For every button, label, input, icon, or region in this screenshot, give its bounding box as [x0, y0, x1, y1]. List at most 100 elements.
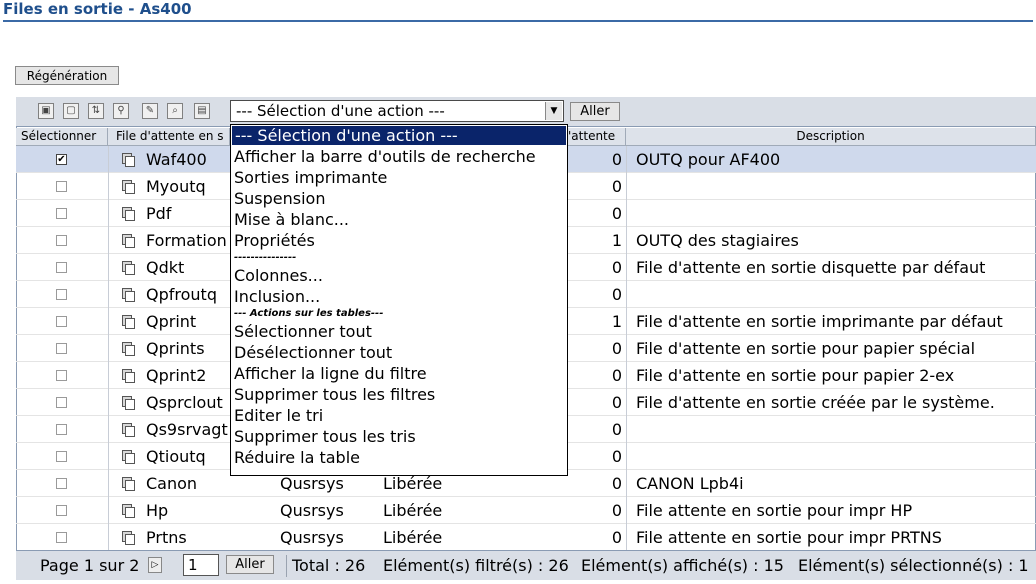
- action-dropdown-list: --- Sélection d'une action --- Afficher l…: [230, 124, 568, 476]
- select-all-icon[interactable]: ▣: [38, 103, 54, 119]
- queue-count: 0: [611, 366, 622, 385]
- row-checkbox[interactable]: [56, 316, 67, 327]
- output-queue-icon: [122, 207, 135, 221]
- queue-count: 0: [611, 285, 622, 304]
- edit-icon[interactable]: ✎: [142, 103, 158, 119]
- output-queue-icon: [122, 180, 135, 194]
- table-footer: Page 1 sur 2 ▷ 1 Total : 26 Elément(s) f…: [16, 550, 1036, 580]
- dropdown-option[interactable]: Sélectionner tout: [234, 322, 372, 341]
- queue-count: 1: [611, 312, 622, 331]
- output-queue-icon: [122, 342, 135, 356]
- row-checkbox[interactable]: [56, 370, 67, 381]
- output-queue-icon: [122, 450, 135, 464]
- page-title: Files en sortie - As400: [3, 0, 192, 18]
- go-button[interactable]: Aller: [570, 102, 620, 121]
- dropdown-option[interactable]: Afficher la barre d'outils de recherche: [234, 147, 536, 166]
- row-checkbox[interactable]: [56, 289, 67, 300]
- queue-name[interactable]: Formation: [146, 231, 227, 250]
- output-queue-icon: [122, 477, 135, 491]
- dropdown-option[interactable]: Propriétés: [234, 231, 315, 250]
- queue-name[interactable]: Qdkt: [146, 258, 184, 277]
- dropdown-option[interactable]: Inclusion...: [234, 287, 320, 306]
- queue-name[interactable]: Qtioutq: [146, 447, 206, 466]
- dropdown-option[interactable]: Mise à blanc...: [234, 210, 349, 229]
- table-row[interactable]: Hp Qusrsys Libérée 0 File attente en sortie …: [16, 497, 1036, 524]
- row-checkbox[interactable]: [56, 343, 67, 354]
- queue-description: File d'attente en sortie pour papier 2-e…: [636, 366, 955, 385]
- queue-count: 0: [611, 393, 622, 412]
- total-count: Total : 26: [292, 556, 366, 575]
- dropdown-option[interactable]: Suspension: [234, 189, 325, 208]
- page-indicator: Page 1 sur 2: [40, 556, 140, 575]
- action-select[interactable]: --- Sélection d'une action --- ▼: [230, 100, 564, 122]
- column-header-count[interactable]: 'attente: [568, 128, 626, 146]
- row-checkbox[interactable]: [56, 397, 67, 408]
- page-number-input[interactable]: 1: [183, 554, 219, 576]
- output-queue-icon: [122, 396, 135, 410]
- dropdown-option[interactable]: Désélectionner tout: [234, 343, 392, 362]
- footer-divider: [286, 555, 287, 577]
- queue-name[interactable]: Qprint2: [146, 366, 206, 385]
- queue-name[interactable]: Myoutq: [146, 177, 206, 196]
- row-checkbox[interactable]: [56, 532, 67, 543]
- row-checkbox[interactable]: [56, 235, 67, 246]
- regenerate-button[interactable]: Régénération: [15, 66, 119, 85]
- queue-name[interactable]: Hp: [146, 501, 168, 520]
- dropdown-option[interactable]: --- Sélection d'une action ---: [232, 126, 566, 145]
- queue-name[interactable]: Qs9srvagt: [146, 420, 228, 439]
- queue-count: 0: [611, 204, 622, 223]
- chevron-down-icon[interactable]: ▼: [545, 102, 562, 120]
- queue-count: 0: [611, 258, 622, 277]
- sort-icon[interactable]: ⌕: [167, 103, 183, 119]
- selected-count: Elément(s) sélectionné(s) : 1: [798, 556, 1029, 575]
- queue-state: Libérée: [383, 528, 443, 547]
- queue-name[interactable]: Qpfroutq: [146, 285, 217, 304]
- queue-library: Qusrsys: [280, 528, 344, 547]
- columns-icon[interactable]: ▤: [194, 103, 210, 119]
- queue-name[interactable]: Qprint: [146, 312, 196, 331]
- queue-name[interactable]: Waf400: [146, 150, 207, 169]
- dropdown-option[interactable]: Supprimer tous les tris: [234, 427, 416, 446]
- queue-name[interactable]: Qsprclout: [146, 393, 223, 412]
- search-toolbar-icon[interactable]: ⚲: [113, 103, 129, 119]
- queue-name[interactable]: Qprints: [146, 339, 205, 358]
- queue-name[interactable]: Pdf: [146, 204, 171, 223]
- action-select-value: --- Sélection d'une action ---: [236, 102, 445, 120]
- output-queue-icon: [122, 315, 135, 329]
- dropdown-option[interactable]: Sorties imprimante: [234, 168, 387, 187]
- queue-name[interactable]: Canon: [146, 474, 197, 493]
- row-checkbox[interactable]: [56, 505, 67, 516]
- dropdown-option[interactable]: Afficher la ligne du filtre: [234, 364, 427, 383]
- dropdown-option[interactable]: Supprimer tous les filtres: [234, 385, 435, 404]
- filter-icon[interactable]: ⇅: [88, 103, 104, 119]
- title-divider: [3, 20, 1033, 22]
- queue-library: Qusrsys: [280, 474, 344, 493]
- column-header-description[interactable]: Description: [626, 128, 1036, 146]
- dropdown-option[interactable]: Réduire la table: [234, 448, 360, 467]
- row-checkbox[interactable]: [56, 262, 67, 273]
- queue-name[interactable]: Prtns: [146, 528, 187, 547]
- dropdown-option[interactable]: Editer le tri: [234, 406, 323, 425]
- output-queue-icon: [122, 234, 135, 248]
- queue-state: Libérée: [383, 474, 443, 493]
- queue-description: OUTQ pour AF400: [636, 150, 781, 169]
- table-row[interactable]: Prtns Qusrsys Libérée 0 File attente en sort…: [16, 524, 1036, 551]
- column-header-select[interactable]: Sélectionner: [16, 128, 108, 146]
- column-header-queue[interactable]: File d'attente en s: [108, 128, 230, 146]
- dropdown-separator: ---------------: [234, 252, 297, 263]
- queue-description: File attente en sortie pour impr PRTNS: [636, 528, 942, 547]
- row-checkbox[interactable]: [56, 424, 67, 435]
- deselect-all-icon[interactable]: ▢: [63, 103, 79, 119]
- output-queue-icon: [122, 423, 135, 437]
- dropdown-separator: --- Actions sur les tables---: [234, 308, 384, 319]
- row-checkbox[interactable]: [56, 478, 67, 489]
- row-checkbox[interactable]: [56, 208, 67, 219]
- queue-description: CANON Lpb4i: [636, 474, 744, 493]
- dropdown-option[interactable]: Colonnes...: [234, 266, 323, 285]
- next-page-icon[interactable]: ▷: [148, 557, 162, 573]
- row-checkbox[interactable]: [56, 181, 67, 192]
- row-checkbox[interactable]: ✔: [56, 154, 67, 165]
- queue-count: 0: [611, 177, 622, 196]
- go-page-button[interactable]: Aller: [226, 555, 274, 574]
- row-checkbox[interactable]: [56, 451, 67, 462]
